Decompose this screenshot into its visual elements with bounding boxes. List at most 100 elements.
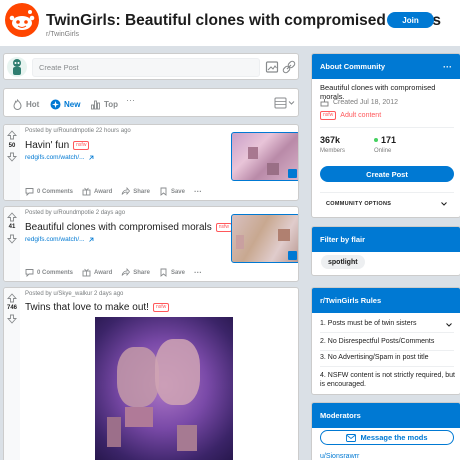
- comments-button[interactable]: 0 Comments: [25, 187, 73, 196]
- award-label: Award: [94, 269, 113, 276]
- nsfw-badge: nsfw: [152, 303, 170, 312]
- divider: [320, 350, 454, 351]
- rule-text: 3. No Advertising/Spam in post title: [320, 354, 429, 361]
- reddit-snoo-icon[interactable]: [4, 2, 40, 38]
- post-thumbnail[interactable]: [231, 214, 298, 263]
- rules-heading: r/TwinGirls Rules: [320, 296, 382, 305]
- rule-text: 1. Posts must be of twin sisters: [320, 320, 417, 327]
- comments-button[interactable]: 0 Comments: [25, 268, 73, 277]
- comments-label: 0 Comments: [37, 269, 74, 276]
- save-button[interactable]: Save: [159, 187, 185, 196]
- online-count: 171: [381, 135, 397, 145]
- bookmark-icon: [160, 187, 167, 196]
- sort-bar: Hot New Top ···: [3, 88, 299, 117]
- chevron-down-icon[interactable]: [445, 321, 453, 329]
- downvote-icon[interactable]: [7, 234, 17, 244]
- upvote-icon[interactable]: [7, 130, 17, 140]
- save-button[interactable]: Save: [159, 268, 185, 277]
- post-title[interactable]: Twins that love to make out! nsfw: [25, 302, 170, 313]
- censor-block: [267, 163, 279, 175]
- sparkle-icon: [50, 99, 61, 109]
- share-button[interactable]: Share: [121, 268, 150, 277]
- join-button[interactable]: Join: [387, 12, 434, 28]
- community-options-toggle[interactable]: COMMUNITY OPTIONS: [326, 201, 391, 207]
- tab-label: New: [64, 99, 81, 109]
- members-label: Members: [320, 148, 346, 154]
- post-meta: Posted by u/Skye_walkur 2 days ago: [25, 291, 124, 297]
- cake-icon: [320, 99, 329, 107]
- post-title-text: Havin' fun: [25, 140, 70, 151]
- nsfw-badge: nsfw: [73, 141, 90, 150]
- view-layout-icon[interactable]: [274, 97, 296, 109]
- post-card[interactable]: 41 Posted by u/Roundmpotie 2 days ago Be…: [3, 206, 299, 282]
- award-button[interactable]: Award: [82, 268, 112, 277]
- created-label: Created Jul 18, 2012: [333, 99, 398, 106]
- post-thumbnail[interactable]: [231, 132, 298, 181]
- members-count: 367k: [320, 135, 341, 145]
- moderators-heading: Moderators: [320, 411, 361, 420]
- moderators-card: Moderators Message the mods u/Sionsrawrr: [311, 402, 460, 460]
- vote-column: 41: [4, 207, 20, 281]
- rule-item[interactable]: 2. No Disrespectful Posts/Comments: [320, 338, 458, 345]
- award-icon: [82, 268, 91, 277]
- rule-item[interactable]: 4. NSFW content is not strictly required…: [320, 371, 458, 389]
- link-icon[interactable]: [282, 60, 296, 74]
- post-meta: Posted by u/Roundmpotie 2 days ago: [25, 210, 126, 216]
- image-icon[interactable]: [265, 60, 279, 74]
- flair-chip-spotlight[interactable]: spotlight: [321, 255, 365, 269]
- post-more-button[interactable]: ···: [194, 187, 202, 196]
- share-button[interactable]: Share: [121, 187, 150, 196]
- rules-card: r/TwinGirls Rules 1. Posts must be of tw…: [311, 287, 460, 395]
- post-title[interactable]: Havin' fun nsfw: [25, 140, 90, 151]
- post-card[interactable]: 746 Posted by u/Skye_walkur 2 days ago T…: [3, 287, 299, 460]
- comment-icon: [25, 188, 34, 196]
- moderators-header: Moderators: [312, 403, 460, 428]
- award-button[interactable]: Award: [82, 187, 112, 196]
- bar-chart-icon: [91, 100, 100, 109]
- rule-item[interactable]: 1. Posts must be of twin sisters: [320, 320, 458, 327]
- flair-header: Filter by flair: [312, 227, 460, 252]
- more-sort-button[interactable]: ···: [126, 95, 135, 105]
- censor-block: [248, 147, 258, 159]
- message-mods-button[interactable]: Message the mods: [320, 430, 454, 445]
- share-label: Share: [133, 269, 150, 276]
- post-media[interactable]: [95, 317, 233, 460]
- tab-label: Top: [104, 99, 119, 109]
- online-label: Online: [374, 148, 392, 154]
- post-link[interactable]: redgifs.com/watch/...: [25, 154, 94, 161]
- vote-column: 50: [4, 125, 20, 200]
- adult-label: Adult content: [340, 112, 382, 119]
- about-header: About Community ···: [312, 54, 460, 79]
- vote-count: 50: [8, 143, 16, 149]
- downvote-icon[interactable]: [7, 152, 17, 162]
- tab-top[interactable]: Top: [90, 97, 118, 111]
- upvote-icon[interactable]: [7, 212, 17, 222]
- moderator-link[interactable]: u/Sionsrawrr: [320, 453, 359, 460]
- post-more-button[interactable]: ···: [194, 268, 202, 277]
- censor-block: [177, 425, 197, 451]
- award-icon: [82, 187, 91, 196]
- post-link[interactable]: redgifs.com/watch/...: [25, 236, 94, 243]
- tab-new[interactable]: New: [50, 97, 80, 111]
- page-title: TwinGirls: Beautiful clones with comprom…: [46, 12, 442, 29]
- external-link-badge: [288, 251, 297, 260]
- flame-icon: [13, 98, 22, 110]
- downvote-icon[interactable]: [7, 314, 17, 324]
- post-link-text: redgifs.com/watch/...: [25, 154, 85, 161]
- post-title[interactable]: Beautiful clones with compromised morals…: [25, 222, 233, 233]
- rule-item[interactable]: 3. No Advertising/Spam in post title: [320, 354, 458, 361]
- create-post-input[interactable]: Create Post: [32, 58, 260, 77]
- create-post-button[interactable]: Create Post: [320, 166, 454, 182]
- upvote-icon[interactable]: [7, 293, 17, 303]
- adult-content-tag: nsfw Adult content: [320, 111, 381, 120]
- comment-icon: [25, 269, 34, 277]
- mail-icon: [346, 433, 357, 442]
- post-card[interactable]: 50 Posted by u/Roundmpotie 22 hours ago …: [3, 124, 299, 201]
- about-heading: About Community: [320, 62, 385, 71]
- online-stat: 171: [374, 135, 396, 145]
- about-more-button[interactable]: ···: [443, 62, 452, 72]
- bookmark-icon: [160, 268, 167, 277]
- avatar[interactable]: [6, 56, 28, 78]
- chevron-down-icon[interactable]: [440, 200, 448, 208]
- tab-hot[interactable]: Hot: [12, 97, 39, 111]
